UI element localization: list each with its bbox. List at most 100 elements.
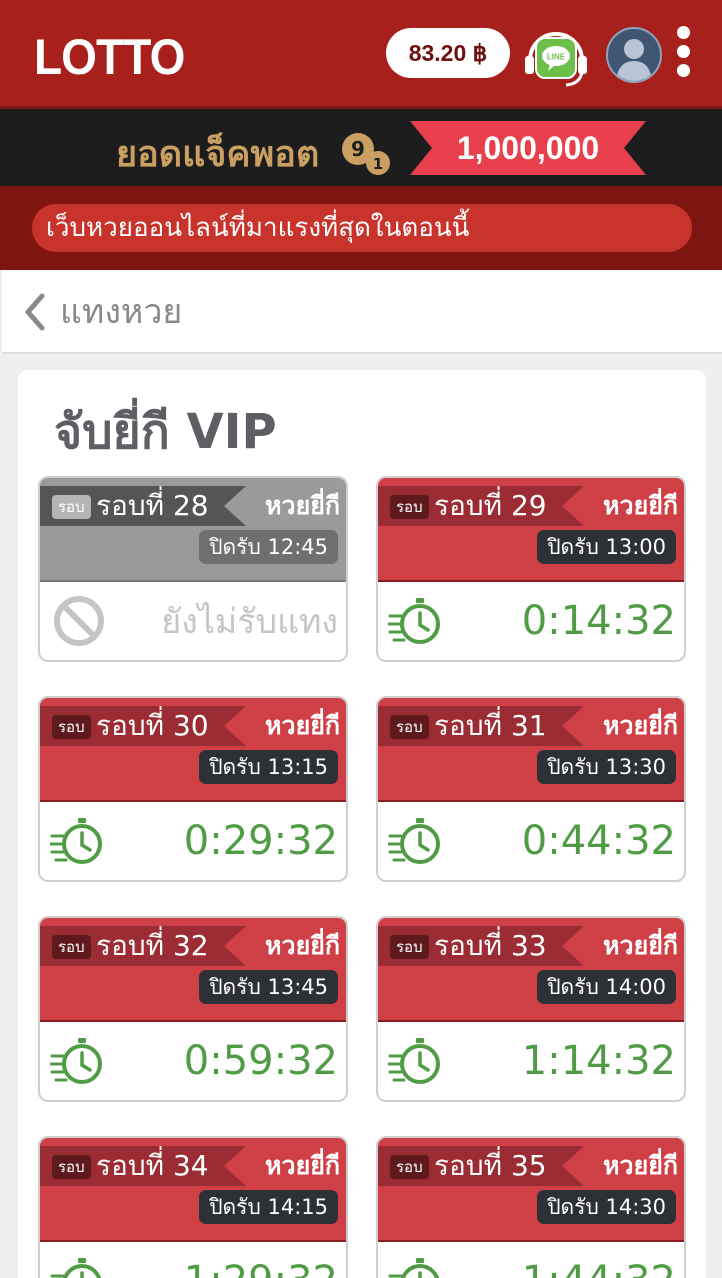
round-band: รอบ รอบที่ 34 หวยยี่กี [40, 1146, 346, 1186]
round-name: รอบที่ 29 [434, 489, 547, 522]
round-badge: รอบ [52, 935, 91, 959]
round-badge: รอบ [52, 715, 91, 739]
round-band: รอบ รอบที่ 29 หวยยี่กี [378, 486, 684, 526]
round-card[interactable]: รอบ รอบที่ 30 หวยยี่กีปิดรับ 13:15 0:29:32 [38, 696, 348, 882]
app-header: LOTTO 83.20 ฿ LINE [0, 0, 722, 106]
close-time: ปิดรับ 13:30 [537, 750, 676, 784]
round-band: รอบ รอบที่ 31 หวยยี่กี [378, 706, 684, 746]
round-card[interactable]: รอบ รอบที่ 33 หวยยี่กีปิดรับ 14:00 1:14:32 [376, 916, 686, 1102]
round-badge: รอบ [390, 715, 429, 739]
page-nav: แทงหวย [2, 270, 722, 354]
no-entry-icon [52, 594, 106, 648]
line-label: LINE [547, 53, 566, 62]
app-logo[interactable]: LOTTO [34, 28, 185, 86]
round-card[interactable]: รอบ รอบที่ 31 หวยยี่กีปิดรับ 13:30 0:44:32 [376, 696, 686, 882]
round-name: รอบที่ 33 [434, 929, 547, 962]
stopwatch-icon [388, 1254, 444, 1278]
round-status: 0:14:32 [378, 580, 684, 660]
round-badge: รอบ [390, 935, 429, 959]
jackpot-value-ribbon: 1,000,000 [410, 121, 646, 175]
round-name: รอบที่ 30 [96, 709, 209, 742]
round-card[interactable]: รอบ รอบที่ 28 หวยยี่กีปิดรับ 12:45 ยังไม่รั… [38, 476, 348, 662]
round-card[interactable]: รอบ รอบที่ 29 หวยยี่กีปิดรับ 13:00 0:14:32 [376, 476, 686, 662]
jackpot-bar: ยอดแจ็คพอต 9 1 1,000,000 [0, 106, 722, 186]
svg-text:9: 9 [351, 137, 365, 161]
round-badge: รอบ [52, 495, 91, 519]
round-band: รอบ รอบที่ 32 หวยยี่กี [40, 926, 346, 966]
round-header: รอบ รอบที่ 29 หวยยี่กีปิดรับ 13:00 [378, 478, 684, 580]
round-band: รอบ รอบที่ 28 หวยยี่กี [40, 486, 346, 526]
countdown: 0:14:32 [521, 598, 676, 644]
kebab-menu-icon[interactable] [674, 26, 692, 78]
round-header: รอบ รอบที่ 30 หวยยี่กีปิดรับ 13:15 [40, 698, 346, 800]
line-support-icon[interactable]: LINE [522, 22, 590, 90]
round-status: ยังไม่รับแทง [40, 580, 346, 660]
round-name: รอบที่ 34 [96, 1149, 209, 1182]
stopwatch-icon [48, 814, 106, 870]
stopwatch-icon [386, 594, 444, 650]
round-header: รอบ รอบที่ 35 หวยยี่กีปิดรับ 14:30 [378, 1138, 684, 1240]
section-title: จับยี่กี VIP [54, 404, 277, 460]
countdown: 0:44:32 [521, 818, 676, 864]
countdown: 1:14:32 [521, 1038, 676, 1084]
lottery-type: หวยยี่กี [265, 931, 340, 960]
round-status: 0:59:32 [40, 1020, 346, 1100]
round-status: 0:29:32 [40, 800, 346, 880]
close-time: ปิดรับ 14:15 [199, 1190, 338, 1224]
round-name: รอบที่ 32 [96, 929, 209, 962]
round-card[interactable]: รอบ รอบที่ 32 หวยยี่กี ปิดรับ 13:45 0:59:32 [38, 916, 348, 1102]
svg-text:1: 1 [373, 155, 383, 173]
round-badge: รอบ [390, 1155, 429, 1179]
stopwatch-icon [50, 1254, 106, 1278]
page-title[interactable]: แทงหวย [60, 290, 182, 334]
back-button[interactable] [22, 290, 48, 334]
round-card[interactable]: รอบรอบที่ 35 หวยยี่กีปิดรับ 14:30 1:44:32 [376, 1136, 686, 1278]
countdown: 1:44:32 [522, 1256, 676, 1278]
announcement-text: เว็บหวยออนไลน์ที่มาแรงที่สุดในตอนนี้ [32, 204, 692, 252]
announcement-bar: เว็บหวยออนไลน์ที่มาแรงที่สุดในตอนนี้ [0, 186, 722, 270]
round-band: รอบ รอบที่ 33 หวยยี่กี [378, 926, 684, 966]
balance-pill[interactable]: 83.20 ฿ [386, 28, 510, 78]
stopwatch-icon [386, 1034, 444, 1090]
countdown: 0:59:32 [183, 1038, 338, 1084]
round-badge: รอบ [390, 495, 429, 519]
round-status: 0:44:32 [378, 800, 684, 880]
round-header: รอบ รอบที่ 34 หวยยี่กีปิดรับ 14:15 [40, 1138, 346, 1240]
round-header: รอบ รอบที่ 32 หวยยี่กี ปิดรับ 13:45 [40, 918, 346, 1020]
close-time: ปิดรับ 12:45 [199, 530, 338, 564]
round-band: รอบ รอบที่ 35 หวยยี่กี [378, 1146, 684, 1186]
round-badge: รอบ [52, 1155, 91, 1179]
round-name: รอบที่ 28 [96, 489, 209, 522]
round-header: รอบ รอบที่ 28 หวยยี่กีปิดรับ 12:45 [40, 478, 346, 580]
round-header: รอบ รอบที่ 31 หวยยี่กีปิดรับ 13:30 [378, 698, 684, 800]
closed-text: ยังไม่รับแทง [161, 602, 338, 642]
stopwatch-icon [386, 814, 444, 870]
lottery-rounds-panel: จับยี่กี VIP รอบ รอบที่ 28 หวยยี่กี ปิดรับ … [18, 370, 706, 1278]
round-header: รอบ รอบที่ 33 หวยยี่กีปิดรับ 14:00 [378, 918, 684, 1020]
close-time: ปิดรับ 14:00 [537, 970, 676, 1004]
round-status: 1:44:32 [378, 1240, 684, 1278]
lottery-type: หวยยี่กี [603, 711, 678, 740]
lottery-type: หวยยี่กี [265, 1151, 340, 1180]
lottery-type: หวยยี่กี [603, 1151, 678, 1180]
lottery-type: หวยยี่กี [603, 491, 678, 520]
jackpot-coins-icon: 9 1 [340, 129, 400, 177]
lottery-type: หวยยี่กี [265, 491, 340, 520]
jackpot-label: ยอดแจ็คพอต [116, 134, 320, 175]
round-status: 1:14:32 [378, 1020, 684, 1100]
round-name: รอบที่ 35 [434, 1149, 547, 1182]
countdown: 1:29:32 [184, 1256, 338, 1278]
jackpot-value: 1,000,000 [456, 130, 600, 166]
chevron-left-icon [25, 293, 45, 331]
close-time: ปิดรับ 13:15 [199, 750, 338, 784]
round-status: 1:29:32 [40, 1240, 346, 1278]
round-card[interactable]: รอบรอบที่ 34 หวยยี่กีปิดรับ 14:15 1:29:32 [38, 1136, 348, 1278]
round-band: รอบ รอบที่ 30 หวยยี่กี [40, 706, 346, 746]
user-avatar-icon[interactable] [606, 27, 662, 83]
close-time: ปิดรับ 14:30 [537, 1190, 676, 1224]
lottery-type: หวยยี่กี [265, 711, 340, 740]
countdown: 0:29:32 [183, 818, 338, 864]
stopwatch-icon [48, 1034, 106, 1090]
lottery-type: หวยยี่กี [603, 931, 678, 960]
close-time: ปิดรับ 13:00 [537, 530, 676, 564]
